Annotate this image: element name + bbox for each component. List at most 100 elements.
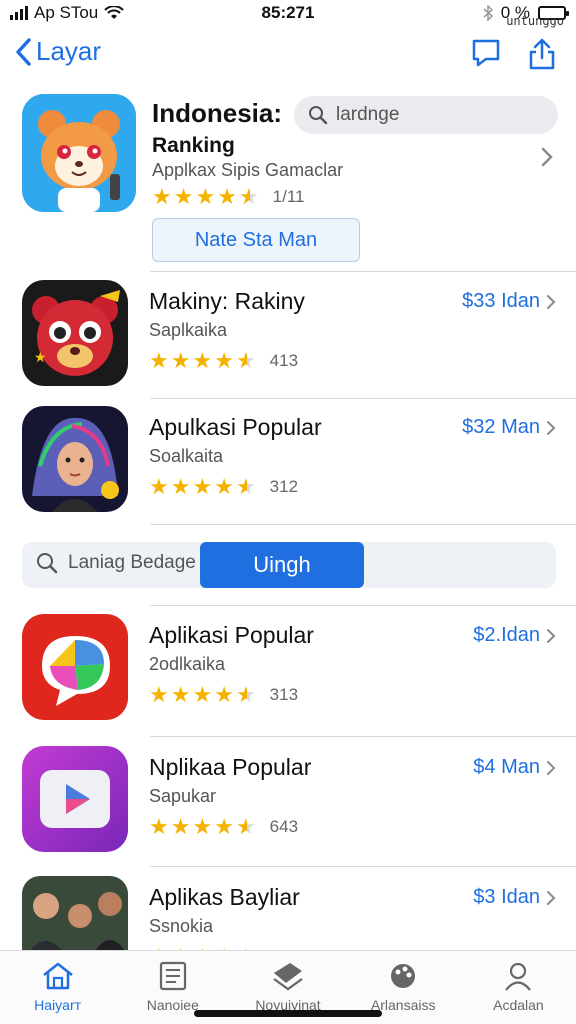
rating-count: 413 — [269, 351, 299, 370]
chevron-right-icon — [547, 420, 556, 435]
star-icon: ★ — [214, 814, 234, 839]
price-button[interactable]: $32 Man — [462, 416, 556, 439]
featured-description: Applkax Sipis Gamaclar — [152, 160, 344, 180]
search-input[interactable]: lardnge — [294, 96, 558, 134]
chevron-right-icon — [547, 294, 556, 309]
back-button[interactable]: Layar — [14, 36, 101, 67]
divider — [150, 866, 576, 867]
filter-search-label: Laniag Bedage — [68, 552, 196, 573]
star-icon: ★ — [149, 682, 169, 707]
tab-home[interactable]: Haiyarт — [0, 951, 115, 1024]
search-icon — [37, 553, 58, 574]
star-icon: ★ — [173, 184, 194, 209]
chevron-left-icon — [16, 37, 31, 66]
filter-button[interactable]: Uingh — [200, 542, 364, 588]
chat-bubble-colorful-icon — [22, 614, 128, 720]
price-button[interactable]: $2.Idan — [473, 624, 556, 647]
chevron-right-icon — [547, 628, 556, 643]
star-rating: ★ ★ ★ ★ ★ 313 — [149, 684, 298, 706]
star-icon: ★ — [214, 348, 234, 373]
divider — [150, 524, 576, 525]
app-name: Aplikas Bayliar — [149, 884, 300, 910]
app-name: Apulkasi Popular — [149, 414, 322, 440]
tab-profile[interactable]: Acdalan — [461, 951, 576, 1024]
star-icon: ★ — [149, 474, 169, 499]
star-icon: ★ — [195, 184, 216, 209]
chat-bubble-icon[interactable] — [470, 38, 502, 75]
price-button[interactable]: $33 Idan — [462, 290, 556, 313]
svg-text:★: ★ — [34, 350, 47, 366]
app-category: Sapukar — [149, 786, 217, 806]
app-name: Makiny: Rakiny — [149, 288, 305, 314]
home-indicator[interactable] — [194, 1010, 382, 1017]
star-icon: ★ — [217, 184, 237, 209]
chevron-right-icon[interactable] — [540, 146, 554, 168]
person-icon — [505, 962, 532, 991]
app-category: 2odlkaika — [149, 654, 226, 674]
rating-count: 1/11 — [272, 187, 305, 206]
app-name: Nplikaa Popular — [149, 754, 312, 780]
star-icon: ★ — [214, 474, 234, 499]
app-name: Aplikasi Popular — [149, 622, 314, 648]
price-label: $3 Idan — [473, 886, 540, 908]
star-icon: ★ — [192, 348, 213, 373]
star-icon: ★ — [152, 184, 172, 209]
featured-subtitle: Ranking — [152, 134, 235, 157]
play-button-icon — [22, 746, 128, 852]
list-item[interactable]: Nplikaa Popular Sapukar ★ ★ ★ ★ ★ 643 $4… — [22, 746, 562, 856]
tab-label: Nanoiee — [146, 997, 199, 1013]
star-icon: ★ — [170, 814, 191, 839]
app-category: Saplkaika — [149, 320, 228, 340]
home-icon — [42, 962, 73, 990]
list-item[interactable]: ★ Makiny: Rakiny Saplkaika ★ ★ ★ ★ ★ 413… — [22, 280, 562, 390]
price-button[interactable]: $3 Idan — [473, 886, 556, 909]
star-icon: ★ — [192, 474, 213, 499]
watermark-label: untunggo — [506, 14, 564, 28]
star-rating: ★ ★ ★ ★ ★ 413 — [149, 350, 298, 372]
tab-label: Haiyarт — [34, 997, 82, 1013]
star-half-icon: ★ — [235, 474, 256, 499]
navigation-bar: Layar — [0, 30, 576, 78]
featured-app-card[interactable]: Indonesia: lardnge Ranking Applkax Sipis… — [22, 94, 562, 272]
get-button[interactable]: Nate Sta Man — [152, 218, 360, 262]
rating-count: 312 — [269, 477, 299, 496]
share-icon[interactable] — [528, 38, 556, 75]
red-bear-icon: ★ — [22, 280, 128, 386]
divider — [150, 398, 576, 399]
document-list-icon — [159, 961, 186, 991]
star-icon: ★ — [170, 348, 191, 373]
chevron-right-icon — [547, 890, 556, 905]
star-half-icon: ★ — [238, 184, 259, 209]
price-label: $2.Idan — [473, 624, 540, 646]
star-icon: ★ — [170, 682, 191, 707]
divider — [150, 605, 576, 606]
tab-label: Acdalan — [493, 997, 544, 1013]
price-button[interactable]: $4 Man — [473, 756, 556, 779]
palette-icon — [391, 964, 416, 988]
star-rating: ★ ★ ★ ★ ★ 312 — [149, 476, 298, 498]
filter-bar: Laniag Bedage Uingh — [22, 542, 556, 588]
filter-search-input[interactable]: Laniag Bedage — [36, 552, 196, 574]
star-half-icon: ★ — [235, 814, 256, 839]
star-icon: ★ — [149, 348, 169, 373]
rating-count: 643 — [269, 817, 299, 836]
layers-icon — [273, 963, 303, 991]
chevron-right-icon — [547, 760, 556, 775]
featured-title: Indonesia: — [152, 98, 283, 128]
star-icon: ★ — [192, 814, 213, 839]
star-icon: ★ — [192, 682, 213, 707]
app-category: Ssnokia — [149, 916, 214, 936]
list-item[interactable]: Aplikasi Popular 2odlkaika ★ ★ ★ ★ ★ 313… — [22, 614, 562, 724]
star-half-icon: ★ — [235, 348, 256, 373]
star-rating: ★ ★ ★ ★ ★ 643 — [149, 816, 298, 838]
star-icon: ★ — [170, 474, 191, 499]
price-label: $33 Idan — [462, 290, 540, 312]
back-label: Layar — [36, 36, 102, 66]
price-label: $32 Man — [462, 416, 540, 438]
app-category: Soalkaita — [149, 446, 224, 466]
list-item[interactable]: Apulkasi Popular Soalkaita ★ ★ ★ ★ ★ 312… — [22, 406, 562, 516]
hamster-character-icon — [22, 94, 136, 212]
search-icon — [309, 106, 328, 125]
status-bar: Ap STou 85:271 0 % untunggo — [0, 0, 576, 28]
divider — [150, 271, 576, 272]
